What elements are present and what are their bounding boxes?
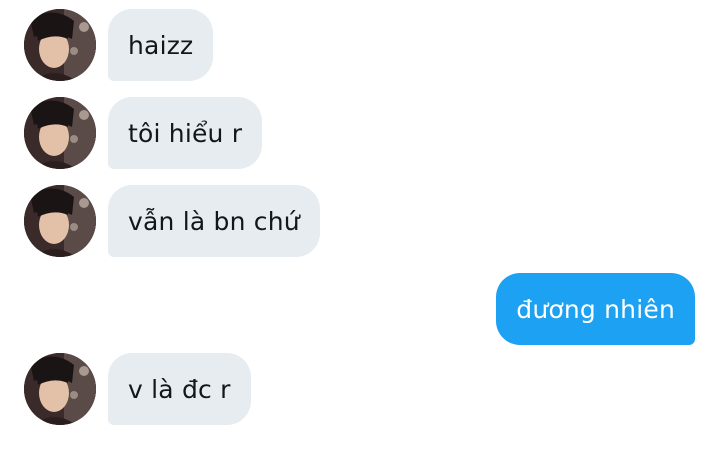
avatar-photo-icon: [24, 353, 96, 425]
sender-avatar[interactable]: [24, 185, 96, 257]
sender-avatar[interactable]: [24, 97, 96, 169]
avatar-photo-icon: [24, 185, 96, 257]
incoming-message-bubble[interactable]: v là đc r: [108, 353, 251, 425]
message-text: haizz: [128, 30, 194, 60]
message-text: tôi hiểu r: [128, 118, 243, 148]
avatar-photo-icon: [24, 97, 96, 169]
outgoing-message-bubble[interactable]: đương nhiên: [496, 273, 695, 345]
chat-thread: haizz tôi hiểu r vẫn là bn chứ đương nhi…: [0, 0, 719, 454]
avatar-photo-icon: [24, 9, 96, 81]
message-text: v là đc r: [128, 374, 231, 404]
message-text: vẫn là bn chứ: [128, 206, 300, 236]
incoming-message-bubble[interactable]: vẫn là bn chứ: [108, 185, 320, 257]
message-text: đương nhiên: [516, 294, 675, 324]
sender-avatar[interactable]: [24, 9, 96, 81]
sender-avatar[interactable]: [24, 353, 96, 425]
incoming-message-bubble[interactable]: tôi hiểu r: [108, 97, 263, 169]
incoming-message-bubble[interactable]: haizz: [108, 9, 214, 81]
